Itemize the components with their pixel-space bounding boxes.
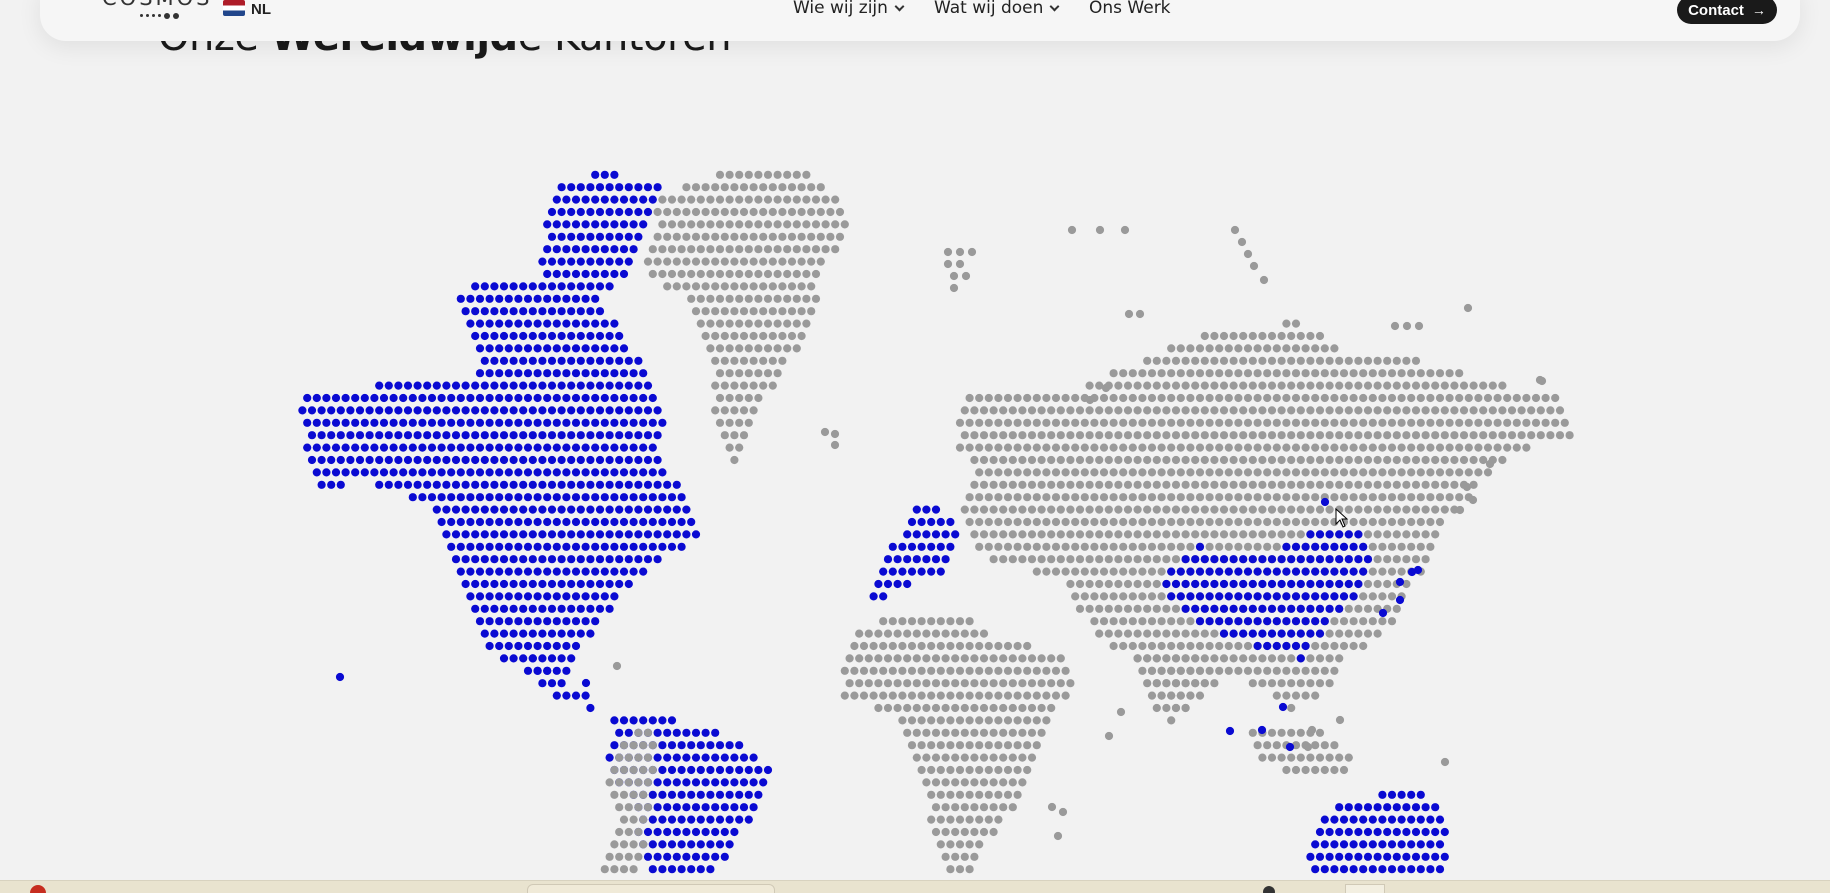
nav-label: Wie wij zijn: [793, 0, 888, 18]
nav-label: Ons Werk: [1089, 0, 1171, 18]
mouse-cursor-icon: [1335, 508, 1349, 528]
logo-dots: [140, 13, 179, 19]
top-navigation-bar: COSMOS NL Wie wij zijn Wat wij doen Ons …: [40, 0, 1800, 41]
chevron-down-icon: [894, 1, 905, 11]
nav-item-wat-wij-doen[interactable]: Wat wij doen: [934, 0, 1060, 18]
language-selector[interactable]: NL: [251, 1, 271, 18]
contact-button[interactable]: Contact →: [1677, 0, 1777, 24]
world-map: [298, 170, 1574, 874]
chevron-down-icon: [1049, 1, 1060, 11]
nav-item-ons-werk[interactable]: Ons Werk: [1089, 0, 1171, 18]
nav-label: Wat wij doen: [934, 0, 1044, 18]
arrow-right-icon: →: [1751, 2, 1766, 18]
app-icon[interactable]: [1263, 886, 1275, 893]
browser-icon[interactable]: [30, 885, 46, 893]
taskbar: [0, 880, 1830, 893]
taskbar-window[interactable]: [527, 884, 775, 893]
flag-nl-icon[interactable]: [223, 0, 245, 16]
nav-item-wie-wij-zijn[interactable]: Wie wij zijn: [793, 0, 905, 18]
taskbar-button[interactable]: [1345, 884, 1385, 893]
